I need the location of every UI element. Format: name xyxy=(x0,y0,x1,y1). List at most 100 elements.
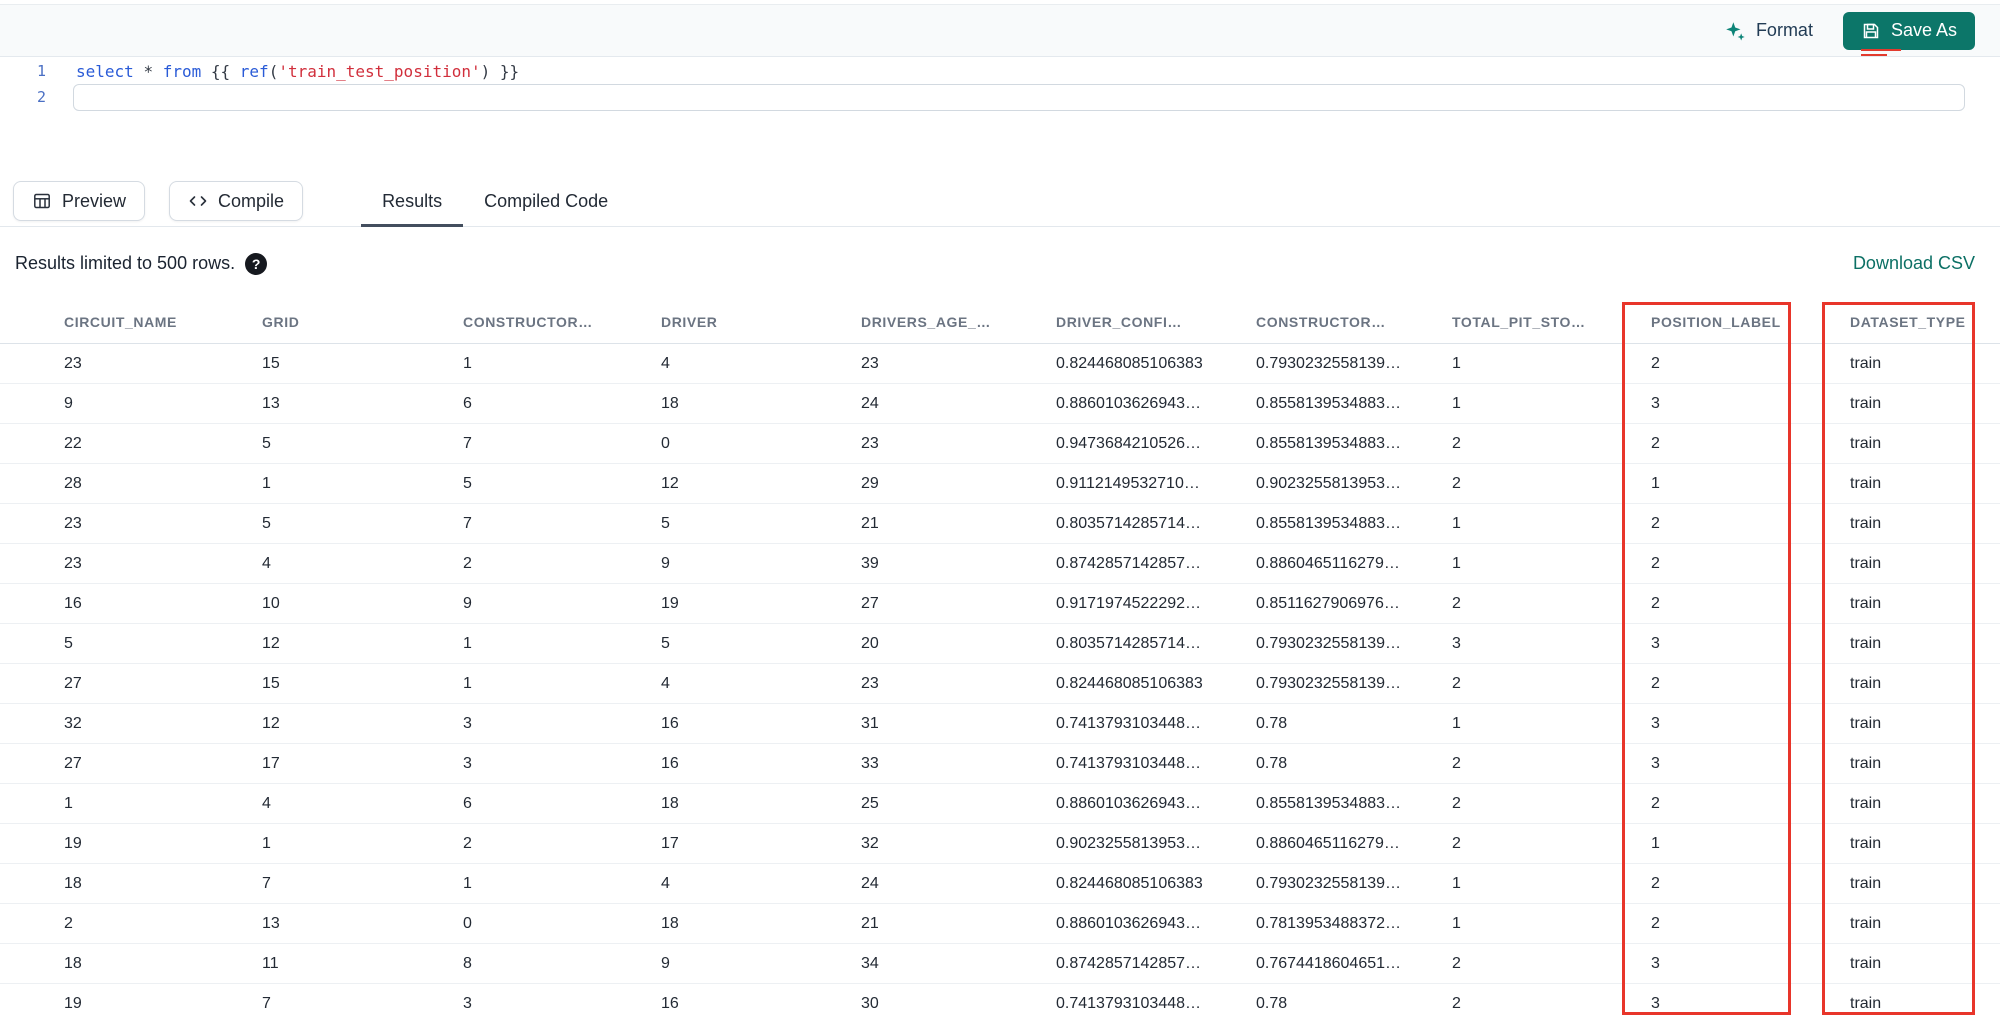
table-cell: 2 xyxy=(1452,794,1461,812)
table-cell: 23 xyxy=(64,554,82,572)
active-line-input[interactable] xyxy=(73,83,1965,111)
table-cell: 18 xyxy=(661,394,679,412)
table-cell: 16 xyxy=(64,594,82,612)
table-cell: 18 xyxy=(661,794,679,812)
table-cell: 2 xyxy=(1651,674,1660,692)
table-cell: 2 xyxy=(1651,594,1660,612)
table-cell: 0.8860103626943… xyxy=(1056,394,1202,412)
table-cell: 3 xyxy=(1651,634,1660,652)
table-cell: 23 xyxy=(861,674,879,692)
table-cell: 2 xyxy=(463,554,472,572)
table-cell: 27 xyxy=(861,594,879,612)
table-cell: 2 xyxy=(1452,674,1461,692)
table-cell: 1 xyxy=(1452,554,1461,572)
table-row: 23 15 1 4 23 0.824468085106383 0.7930232558139… xyxy=(0,344,2000,384)
table-cell: 5 xyxy=(262,514,271,532)
table-cell: 17 xyxy=(661,834,679,852)
code-line-2[interactable]: 2 xyxy=(0,83,2000,111)
save-as-button[interactable]: Save As xyxy=(1842,11,1975,50)
table-cell: 0.9171974522292… xyxy=(1056,594,1202,612)
table-row: 18 11 8 9 34 0.8742857142857… 0.7674418604651…… xyxy=(0,944,2000,984)
results-table-header: CIRCUIT_NAME GRID CONSTRUCTOR… DRIVER DRIVER… xyxy=(0,300,2000,344)
table-cell: 0.7413793103448… xyxy=(1056,714,1202,732)
table-cell: 2 xyxy=(1651,434,1660,452)
table-cell: train xyxy=(1850,794,1882,812)
table-row: 1 4 6 18 25 0.8860103626943… 0.8558139534883… 2… xyxy=(0,784,2000,824)
save-icon xyxy=(1861,21,1881,41)
table-cell: 2 xyxy=(1651,914,1660,932)
table-icon xyxy=(32,191,52,211)
table-cell: 27 xyxy=(64,754,82,772)
tab-results[interactable]: Results xyxy=(361,176,464,227)
table-cell: 19 xyxy=(64,994,82,1012)
table-cell: 3 xyxy=(463,754,472,772)
table-cell: 4 xyxy=(262,794,271,812)
preview-button[interactable]: Preview xyxy=(13,181,146,221)
download-csv-link[interactable]: Download CSV xyxy=(1853,253,1975,274)
table-row: 23 5 7 5 21 0.8035714285714… 0.8558139534883… 1… xyxy=(0,504,2000,544)
dbt-ide-panel: Format Save As 1 select * from {{ ref('t… xyxy=(0,0,2000,1020)
table-cell: 5 xyxy=(64,634,73,652)
results-meta-bar: Results limited to 500 rows. ? Download … xyxy=(0,227,2000,300)
help-icon[interactable]: ? xyxy=(245,252,268,275)
table-row: 2 13 0 18 21 0.8860103626943… 0.7813953488372…… xyxy=(0,904,2000,944)
table-cell: 4 xyxy=(661,874,670,892)
column-header: TOTAL_PIT_STO… xyxy=(1452,313,1586,330)
table-cell: train xyxy=(1850,834,1882,852)
table-cell: 9 xyxy=(463,594,472,612)
column-header: DATASET_TYPE xyxy=(1850,313,1966,330)
table-cell: 0.7930232558139… xyxy=(1256,354,1402,372)
table-cell: 2 xyxy=(1452,754,1461,772)
table-cell: 0.8035714285714… xyxy=(1056,634,1202,652)
code-line-1[interactable]: 1 select * from {{ ref('train_test_posit… xyxy=(0,58,2000,84)
table-cell: 1 xyxy=(1651,474,1660,492)
table-cell: 20 xyxy=(861,634,879,652)
sql-editor[interactable]: 1 select * from {{ ref('train_test_posit… xyxy=(0,57,2000,176)
table-row: 22 5 7 0 23 0.9473684210526… 0.8558139534883… 2… xyxy=(0,424,2000,464)
table-cell: 6 xyxy=(463,394,472,412)
table-row: 16 10 9 19 27 0.9171974522292… 0.8511627906976… xyxy=(0,584,2000,624)
table-cell: 16 xyxy=(661,994,679,1012)
table-cell: 1 xyxy=(64,794,73,812)
table-cell: 0.8558139534883… xyxy=(1256,514,1402,532)
table-cell: 1 xyxy=(463,674,472,692)
table-cell: 34 xyxy=(861,954,879,972)
table-cell: 0.9023255813953… xyxy=(1056,834,1202,852)
table-cell: 2 xyxy=(463,834,472,852)
table-cell: 0.7930232558139… xyxy=(1256,874,1402,892)
table-cell: 0.78 xyxy=(1256,994,1288,1012)
compile-button[interactable]: Compile xyxy=(169,181,304,221)
table-cell: 0.824468085106383 xyxy=(1056,874,1203,892)
table-row: 19 7 3 16 30 0.7413793103448… 0.78 2 3 train xyxy=(0,984,2000,1020)
table-cell: 0.8860103626943… xyxy=(1056,794,1202,812)
table-cell: 3 xyxy=(1651,994,1660,1012)
table-cell: 7 xyxy=(463,514,472,532)
table-cell: 0.8860465116279… xyxy=(1256,554,1400,572)
table-cell: 19 xyxy=(661,594,679,612)
table-row: 32 12 3 16 31 0.7413793103448… 0.78 1 3 train xyxy=(0,704,2000,744)
table-cell: 27 xyxy=(64,674,82,692)
line-number: 1 xyxy=(36,62,46,80)
table-cell: 12 xyxy=(262,634,280,652)
table-row: 9 13 6 18 24 0.8860103626943… 0.8558139534883…… xyxy=(0,384,2000,424)
table-cell: 1 xyxy=(463,634,472,652)
table-cell: 0.78 xyxy=(1256,714,1288,732)
table-cell: 2 xyxy=(1651,354,1660,372)
results-table: CIRCUIT_NAME GRID CONSTRUCTOR… DRIVER DRIVER… xyxy=(0,300,2000,1020)
table-cell: 1 xyxy=(463,874,472,892)
table-cell: 7 xyxy=(262,994,271,1012)
column-header: CIRCUIT_NAME xyxy=(64,313,177,330)
table-cell: 16 xyxy=(661,714,679,732)
table-cell: 2 xyxy=(1651,794,1660,812)
tab-compiled-code[interactable]: Compiled Code xyxy=(463,176,629,226)
table-cell: 16 xyxy=(661,754,679,772)
table-row: 5 12 1 5 20 0.8035714285714… 0.7930232558139… 3… xyxy=(0,624,2000,664)
format-button[interactable]: Format xyxy=(1724,20,1813,42)
table-cell: train xyxy=(1850,594,1882,612)
table-cell: 0.7413793103448… xyxy=(1056,994,1202,1012)
table-cell: 0 xyxy=(463,914,472,932)
table-cell: 0.8860465116279… xyxy=(1256,834,1400,852)
table-cell: 2 xyxy=(1452,834,1461,852)
table-cell: 7 xyxy=(463,434,472,452)
table-cell: 1 xyxy=(1452,514,1461,532)
